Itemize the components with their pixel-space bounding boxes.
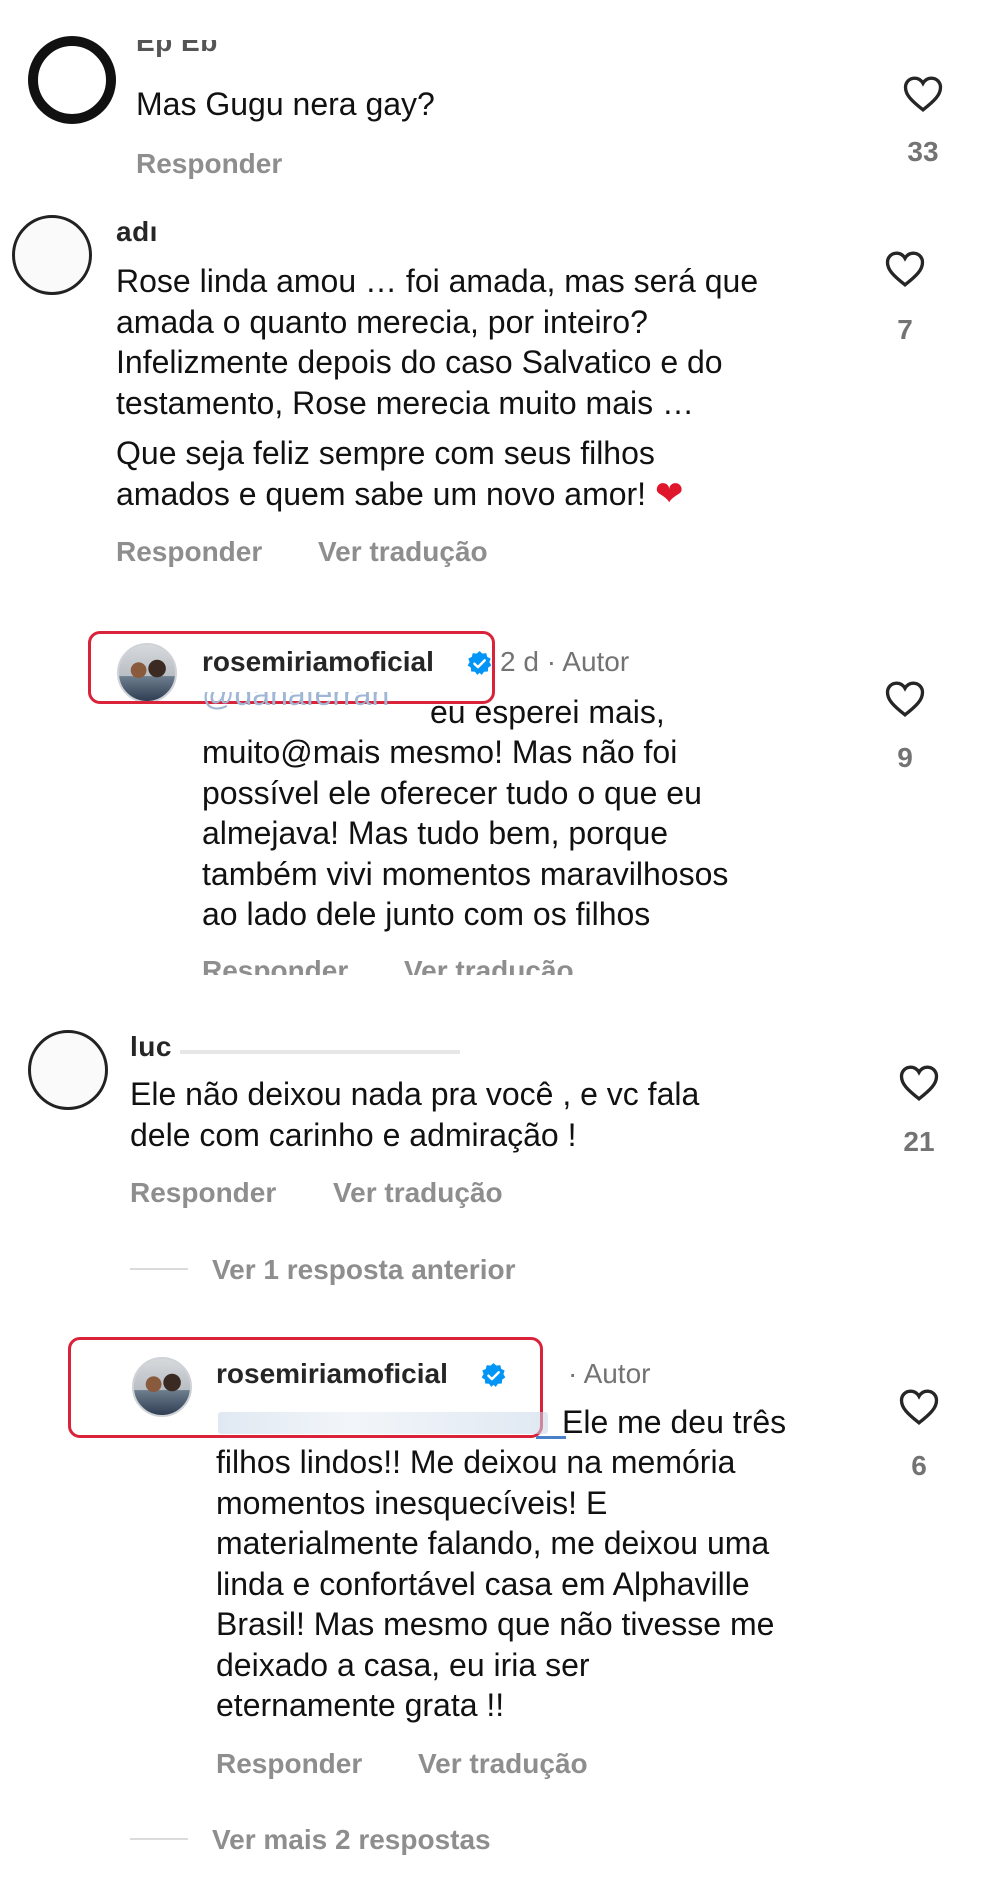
view-more-replies-button[interactable]: Ver mais 2 respostas	[212, 1824, 491, 1856]
username-cropped[interactable]: adı	[116, 216, 158, 248]
avatar[interactable]	[28, 1030, 108, 1110]
comment-meta: · Autor	[568, 1358, 651, 1389]
comment-text: Ele não deixou nada pra você , e vc fala…	[130, 1076, 700, 1153]
comment-meta: 2 d · Autor	[500, 646, 630, 677]
comment-text: Rose linda amou … foi amada, mas será qu…	[116, 263, 759, 421]
reply-actions-cropped: Responder Ver tradução	[202, 955, 622, 975]
username-cropped[interactable]: Ep Eb	[136, 40, 256, 58]
like-count: 9	[897, 742, 913, 773]
author-badge: Autor	[583, 1358, 651, 1389]
like-count: 33	[907, 136, 939, 167]
translate-button[interactable]: Ver tradução	[318, 536, 488, 568]
like-count: 7	[897, 314, 913, 345]
reply-button[interactable]: Responder	[216, 1748, 362, 1780]
mention-link[interactable]: @danaferran	[202, 692, 389, 715]
heart-outline-icon[interactable]	[885, 250, 925, 288]
comment-text-paragraph: Que seja feliz sempre com seus filhos am…	[116, 435, 684, 513]
heart-outline-icon[interactable]	[899, 1388, 939, 1426]
heart-outline-icon[interactable]	[885, 680, 925, 718]
view-previous-replies-button[interactable]: Ver 1 resposta anterior	[212, 1254, 515, 1286]
heart-outline-icon[interactable]	[903, 75, 943, 113]
reply-button[interactable]: Responder	[136, 148, 282, 180]
comment-text: Ele me deu três filhos lindos!! Me deixo…	[216, 1404, 787, 1723]
reply-button[interactable]: Responder	[130, 1177, 276, 1209]
timestamp: 2 d	[500, 646, 539, 677]
thread-divider	[130, 1268, 188, 1270]
translate-button[interactable]: Ver tradução	[404, 955, 574, 975]
avatar[interactable]	[12, 215, 92, 295]
author-badge: Autor	[562, 646, 630, 677]
like-count: 21	[903, 1126, 935, 1157]
translate-button[interactable]: Ver tradução	[333, 1177, 503, 1209]
translate-button[interactable]: Ver tradução	[418, 1748, 588, 1780]
reply-button[interactable]: Responder	[116, 536, 262, 568]
mention-obscured	[218, 1412, 548, 1434]
thread-divider	[130, 1838, 188, 1840]
username-obscured	[180, 1050, 460, 1054]
red-heart-emoji: ❤	[654, 474, 684, 513]
comment-text: @danaferran eu esperei mais, muito@mais …	[202, 692, 762, 935]
reply-button[interactable]: Responder	[202, 955, 348, 975]
heart-outline-icon[interactable]	[899, 1064, 939, 1102]
username-cropped[interactable]: luc	[130, 1031, 172, 1063]
like-count: 6	[911, 1450, 927, 1481]
comment-text: Mas Gugu nera gay?	[136, 86, 435, 122]
avatar[interactable]	[28, 36, 116, 124]
